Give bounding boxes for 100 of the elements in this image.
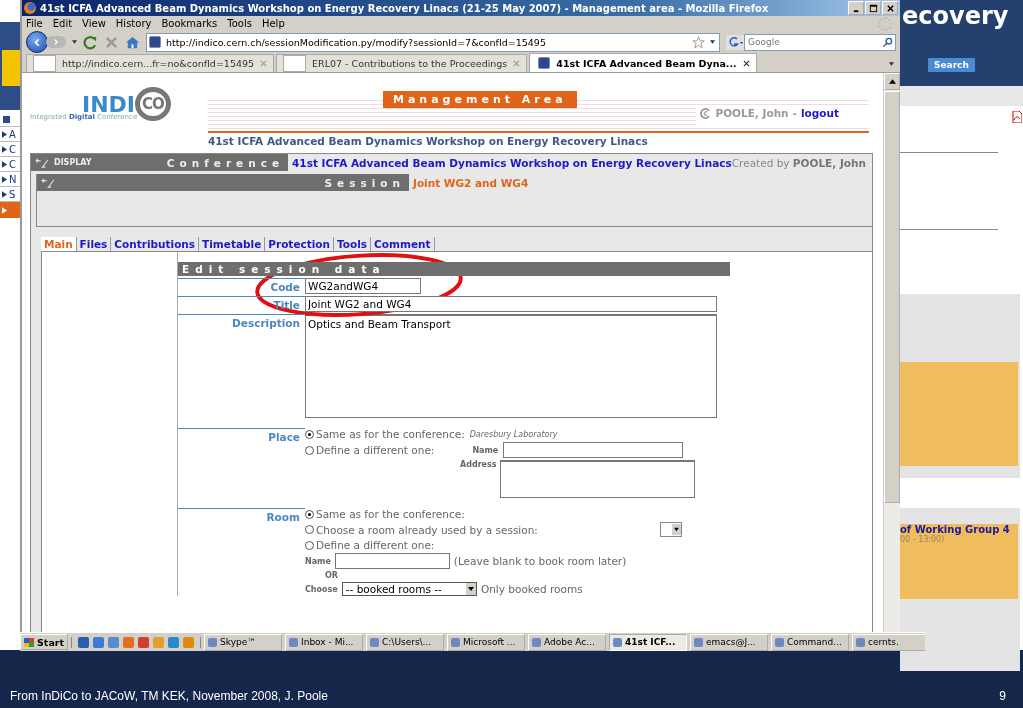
menu-item[interactable]: History	[115, 18, 152, 29]
place-name: Daresbury Laboratory	[469, 429, 558, 439]
page-number: 9	[999, 689, 1006, 703]
bookmark-star-icon[interactable]	[692, 35, 705, 49]
field-label: Choose	[305, 584, 338, 594]
description-field[interactable]: Optics and Beam Transport	[305, 314, 717, 418]
caret-icon[interactable]	[710, 40, 715, 44]
forward-button[interactable]	[46, 36, 66, 48]
created-by: Created by POOLE, John	[731, 156, 867, 169]
user-name: POOLE, John	[715, 107, 789, 119]
booked-rooms-dropdown[interactable]: -- booked rooms --	[341, 582, 477, 596]
taskbar-button[interactable]: 41st ICF...	[609, 633, 688, 651]
conference-link[interactable]: 41st ICFA Advanced Beam Dynamics Workshop on Energy Recovery Linacs	[288, 156, 732, 169]
menu-item[interactable]: Tools	[227, 18, 252, 29]
hint-text: Only booked rooms	[480, 583, 583, 595]
section-tab[interactable]: Timetable	[199, 237, 266, 251]
radio-button[interactable]	[305, 509, 314, 519]
taskbar-button[interactable]: Adobe Ac...	[528, 633, 607, 651]
field-label: Name	[472, 445, 499, 455]
field-label: Room	[178, 508, 305, 596]
caret-icon[interactable]	[888, 62, 894, 66]
address-field[interactable]	[499, 460, 695, 498]
browser-tab[interactable]: ERL07 - Contributions to the Proceedings	[276, 54, 528, 72]
app-icon[interactable]	[138, 636, 150, 648]
field-label: Place	[178, 428, 305, 498]
radio-button[interactable]	[305, 525, 314, 534]
caret-icon[interactable]	[672, 524, 681, 535]
page-heading: ecovery	[902, 2, 1009, 30]
logout-link[interactable]: logout	[800, 107, 839, 119]
slide-footer: From InDiCo to JACoW, TM KEK, November 2008, J. Poole	[10, 689, 328, 703]
menu-item[interactable]: Bookmarks	[161, 18, 218, 29]
taskbar-button[interactable]: Microsoft ...	[447, 633, 526, 651]
search-button[interactable]: Search	[928, 58, 975, 72]
app-icon[interactable]	[78, 636, 90, 648]
app-icon[interactable]	[93, 636, 105, 648]
event-title[interactable]: of Working Group 4	[900, 524, 1018, 535]
user-icon	[700, 107, 712, 119]
menu-item[interactable]: Help	[261, 18, 285, 29]
option-label: Define a different one:	[316, 444, 435, 456]
option-label: Same as for the conference:	[316, 428, 465, 440]
field-label: Address	[460, 460, 497, 469]
display-label[interactable]: DISPLAY	[54, 158, 92, 167]
management-area-tab[interactable]: Management Area	[383, 91, 577, 108]
session-label: Session	[324, 176, 405, 189]
room-dropdown[interactable]	[660, 522, 682, 537]
menu-item[interactable]: Edit	[52, 18, 73, 29]
radio-button[interactable]	[305, 445, 314, 455]
name-field[interactable]	[503, 442, 684, 458]
form-heading: Edit session data	[178, 262, 730, 276]
session-title: Joint WG2 and WG4	[411, 176, 529, 189]
app-icon[interactable]	[108, 636, 120, 648]
home-icon[interactable]	[125, 34, 140, 50]
window-title: 41st ICFA Advanced Beam Dynamics Workshop on Energy Recovery Linacs (21-25 May 2007) - Management area - Mozilla Firefox	[40, 2, 770, 14]
section-tab[interactable]: Main	[41, 237, 77, 251]
caret-icon[interactable]	[465, 583, 476, 595]
section-tab[interactable]: Comment	[371, 237, 435, 251]
start-button[interactable]: Start	[20, 634, 69, 650]
option-label: Choose a room already used by a session:	[316, 523, 538, 536]
separator: -	[792, 107, 797, 119]
site-icon	[149, 36, 161, 48]
taskbar-button[interactable]: emacs@J...	[690, 633, 769, 651]
caret-icon[interactable]	[72, 40, 77, 44]
edit-icon[interactable]	[35, 157, 50, 168]
room-name-field[interactable]	[334, 553, 450, 569]
menu-item[interactable]: View	[82, 18, 106, 29]
browser-icon	[24, 2, 36, 14]
taskbar-button[interactable]: Skype™	[204, 633, 283, 651]
address-bar[interactable]: http://indico.cern.ch/sessionModification.py/modify?sessionId=7&confId=15495	[146, 32, 720, 52]
page-icon	[538, 57, 551, 69]
pdf-icon[interactable]	[1012, 111, 1022, 123]
search-engine-icon[interactable]	[726, 33, 744, 51]
sidebar-item[interactable]	[0, 201, 22, 218]
radio-button[interactable]	[305, 429, 314, 439]
browser-tab[interactable]: 41st ICFA Advanced Beam Dyna...	[529, 53, 757, 72]
search-field[interactable]: Google	[744, 33, 896, 51]
taskbar-button[interactable]: C:\Users\...	[366, 633, 445, 651]
taskbar-button[interactable]: Inbox - Mi...	[285, 633, 364, 651]
taskbar-button[interactable]: cernts.	[852, 633, 925, 651]
search-icon[interactable]	[882, 36, 893, 48]
conference-title[interactable]: 41st ICFA Advanced Beam Dynamics Workshop on Energy Recovery Linacs	[208, 135, 869, 147]
edit-icon[interactable]	[41, 177, 56, 188]
or-label: OR	[325, 571, 339, 580]
taskbar-button[interactable]: Command...	[771, 633, 850, 651]
app-icon[interactable]	[168, 636, 180, 648]
section-tab[interactable]: Contributions	[111, 237, 200, 251]
scrollbar[interactable]	[883, 73, 900, 632]
option-label: Same as for the conference:	[316, 508, 465, 520]
option-label: Define a different one:	[316, 539, 435, 551]
event-time: 00 - 13:00)	[900, 535, 945, 544]
code-field[interactable]: WG2andWG4	[305, 278, 421, 294]
section-tab[interactable]: Tools	[334, 237, 372, 251]
menu-item[interactable]: File	[26, 18, 43, 29]
hint-text: (Leave blank to book room later)	[453, 555, 627, 567]
radio-button[interactable]	[305, 540, 314, 550]
logo-fragment	[2, 50, 20, 86]
reload-icon[interactable]	[83, 34, 98, 50]
throbber-icon	[878, 16, 892, 31]
title-field[interactable]: Joint WG2 and WG4	[305, 296, 717, 312]
scroll-up-icon[interactable]	[888, 79, 896, 84]
browser-tab[interactable]: http://indico.cern...fr=no&confId=15495	[26, 54, 275, 72]
